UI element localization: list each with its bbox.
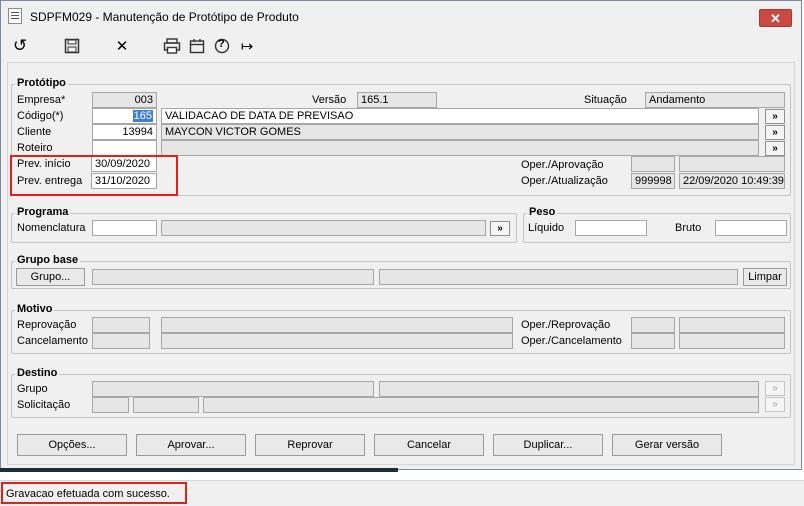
versao-label: Versão xyxy=(312,94,347,106)
destino-grupo-lookup-button[interactable]: » xyxy=(765,381,785,396)
solicitacao-code xyxy=(92,397,129,413)
highlight-box-dates xyxy=(10,155,178,196)
calendar-icon[interactable] xyxy=(187,36,207,56)
oper-reprovacao-field xyxy=(631,317,675,333)
bruto-field[interactable] xyxy=(715,220,787,236)
bruto-label: Bruto xyxy=(675,222,702,234)
oper-atualizacao-label: Oper./Atualização xyxy=(521,175,608,187)
oper-atualizacao-field: 999998 xyxy=(631,173,675,189)
grupo-button[interactable]: Grupo... xyxy=(16,268,85,286)
solicitacao-label: Solicitação xyxy=(17,399,71,411)
nomenclatura-description xyxy=(161,220,486,236)
reprovacao-description xyxy=(161,317,513,333)
nomenclatura-lookup-button[interactable]: » xyxy=(490,221,510,236)
cliente-description: MAYCON VICTOR GOMES xyxy=(161,124,759,140)
nomenclatura-field[interactable] xyxy=(92,220,157,236)
cliente-field[interactable]: 13994 xyxy=(92,124,157,140)
destino-grupo-description xyxy=(379,381,759,397)
oper-cancelamento-date xyxy=(679,333,785,349)
situacao-label: Situação xyxy=(584,94,627,106)
grupo-base-code xyxy=(92,269,374,285)
limpar-button[interactable]: Limpar xyxy=(743,268,787,286)
situacao-field: Andamento xyxy=(645,92,785,108)
cancelar-button[interactable]: Cancelar xyxy=(374,434,484,456)
oper-atualizacao-date: 22/09/2020 10:49:39 xyxy=(679,173,785,189)
help-glyph: ? xyxy=(218,38,225,50)
roteiro-lookup-button[interactable]: » xyxy=(765,141,785,156)
cancelamento-label: Cancelamento xyxy=(17,335,88,347)
solicitacao-description xyxy=(203,397,759,413)
prototipo-title: Protótipo xyxy=(15,77,68,89)
print-icon[interactable] xyxy=(162,36,182,56)
codigo-description: VALIDACAO DE DATA DE PREVISAO xyxy=(161,108,759,124)
grupo-base-title: Grupo base xyxy=(15,254,81,266)
empresa-label: Empresa* xyxy=(17,94,66,106)
destino-title: Destino xyxy=(15,367,60,379)
reprovar-button[interactable]: Reprovar xyxy=(255,434,365,456)
roteiro-description xyxy=(161,140,759,156)
window-title: SDPFM029 - Manutenção de Protótipo de Pr… xyxy=(30,10,299,24)
solicitacao-number xyxy=(133,397,199,413)
codigo-field[interactable]: 165 xyxy=(92,108,157,124)
cancelamento-code xyxy=(92,333,150,349)
nomenclatura-label: Nomenclatura xyxy=(17,222,86,234)
delete-icon[interactable]: ✕ xyxy=(112,36,132,56)
cliente-lookup-button[interactable]: » xyxy=(765,125,785,140)
close-button[interactable]: ✕ xyxy=(759,9,792,27)
oper-cancelamento-field xyxy=(631,333,675,349)
reprovacao-code xyxy=(92,317,150,333)
aprovar-button[interactable]: Aprovar... xyxy=(136,434,246,456)
codigo-label: Código(*) xyxy=(17,110,64,122)
programa-title: Programa xyxy=(15,206,71,218)
destino-grupo-label: Grupo xyxy=(17,383,48,395)
solicitacao-lookup-button[interactable]: » xyxy=(765,397,785,412)
duplicar-button[interactable]: Duplicar... xyxy=(493,434,603,456)
exit-icon[interactable]: ↦ xyxy=(237,36,257,56)
oper-cancelamento-label: Oper./Cancelamento xyxy=(521,335,622,347)
liquido-label: Líquido xyxy=(528,222,565,234)
versao-field: 165.1 xyxy=(357,92,437,108)
app-icon xyxy=(8,8,22,24)
motivo-title: Motivo xyxy=(15,303,55,315)
oper-aprovacao-label: Oper./Aprovação xyxy=(521,159,604,171)
undo-icon[interactable]: ↺ xyxy=(10,36,30,56)
grupo-base-description xyxy=(379,269,738,285)
oper-reprovacao-date xyxy=(679,317,785,333)
save-icon[interactable] xyxy=(62,36,82,56)
roteiro-field[interactable] xyxy=(92,140,157,156)
codigo-value: 165 xyxy=(132,110,153,122)
opcoes-button[interactable]: Opções... xyxy=(17,434,127,456)
progress-strip xyxy=(0,468,398,472)
oper-aprovacao-field xyxy=(631,156,675,172)
reprovacao-label: Reprovação xyxy=(17,319,77,331)
roteiro-label: Roteiro xyxy=(17,142,53,154)
oper-aprovacao-date xyxy=(679,156,785,172)
empresa-field[interactable]: 003 xyxy=(92,92,157,108)
gerar-versao-button[interactable]: Gerar versão xyxy=(612,434,722,456)
highlight-box-status xyxy=(1,482,187,504)
codigo-lookup-button[interactable]: » xyxy=(765,109,785,124)
cliente-label: Cliente xyxy=(17,126,52,138)
destino-grupo-code xyxy=(92,381,374,397)
liquido-field[interactable] xyxy=(575,220,647,236)
cancelamento-description xyxy=(161,333,513,349)
peso-title: Peso xyxy=(527,206,558,218)
oper-reprovacao-label: Oper./Reprovação xyxy=(521,319,611,331)
help-icon[interactable]: ? xyxy=(212,36,232,56)
